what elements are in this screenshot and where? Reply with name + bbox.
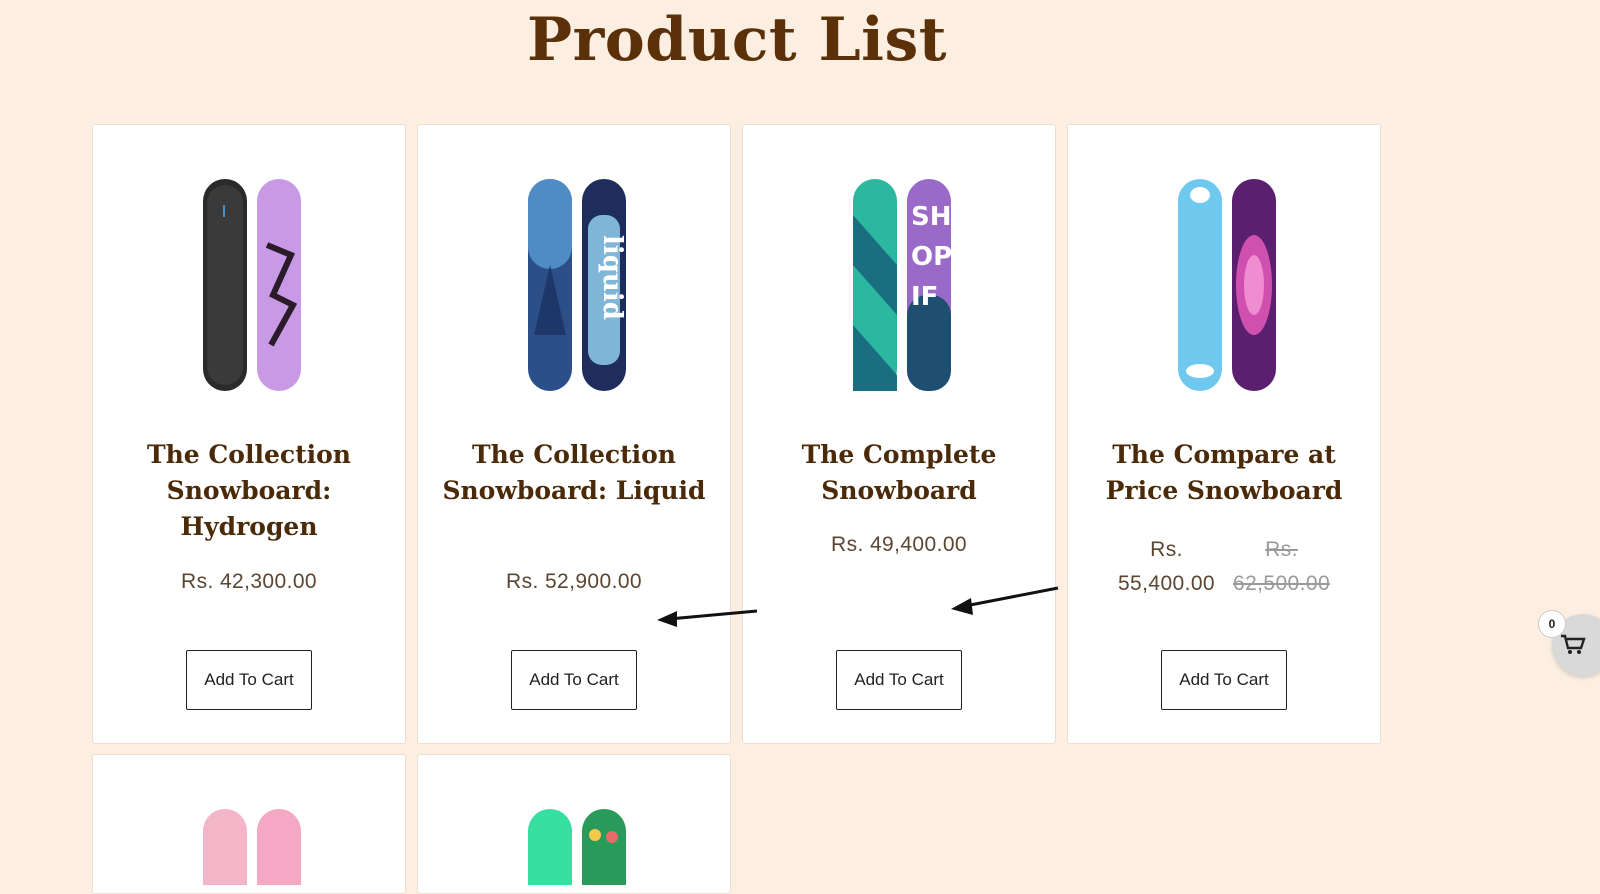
product-image[interactable]	[195, 805, 305, 885]
add-to-cart-button[interactable]: Add To Cart	[511, 650, 637, 710]
product-image[interactable]: liquid	[520, 175, 630, 395]
product-title[interactable]: The Collection Snowboard: Liquid	[438, 437, 710, 509]
svg-text:SH: SH	[911, 202, 952, 232]
product-card: The Compare at Price Snowboard Rs. 55,40…	[1067, 124, 1381, 744]
product-image[interactable]	[1170, 175, 1280, 395]
shopping-cart-icon	[1561, 634, 1586, 654]
product-image[interactable]	[195, 175, 305, 395]
product-price-row: Rs. 55,400.00 Rs. 62,500.00	[1088, 533, 1360, 601]
product-card	[417, 754, 731, 894]
product-price: Rs. 52,900.00	[506, 570, 642, 593]
product-price: Rs. 42,300.00	[181, 570, 317, 593]
annotation-arrow	[951, 586, 1059, 615]
product-card: liquid The Collection Snowboard: Liquid …	[417, 124, 731, 744]
product-title[interactable]: The Collection Snowboard: Hydrogen	[113, 437, 385, 545]
product-image[interactable]: SH OP IF	[845, 175, 955, 395]
product-image[interactable]	[520, 805, 630, 885]
svg-text:OP: OP	[911, 242, 952, 272]
product-title[interactable]: The Compare at Price Snowboard	[1088, 437, 1360, 509]
product-card	[92, 754, 406, 894]
product-card: The Collection Snowboard: Hydrogen Rs. 4…	[92, 124, 406, 744]
product-title[interactable]: The Complete Snowboard	[763, 437, 1035, 509]
product-price: Rs. 49,400.00	[831, 533, 967, 556]
add-to-cart-button[interactable]: Add To Cart	[186, 650, 312, 710]
svg-text:liquid: liquid	[597, 235, 627, 320]
svg-text:IF: IF	[911, 282, 938, 312]
product-price: Rs. 55,400.00	[1117, 538, 1215, 595]
add-to-cart-button[interactable]: Add To Cart	[836, 650, 962, 710]
annotation-arrow	[657, 609, 758, 627]
product-card: SH OP IF The Complete Snowboard Rs. 49,4…	[742, 124, 1056, 744]
cart-count-badge: 0	[1538, 610, 1566, 638]
page-title: Product List	[527, 5, 947, 75]
compare-at-price: Rs. 62,500.00	[1233, 538, 1331, 595]
add-to-cart-button[interactable]: Add To Cart	[1161, 650, 1287, 710]
